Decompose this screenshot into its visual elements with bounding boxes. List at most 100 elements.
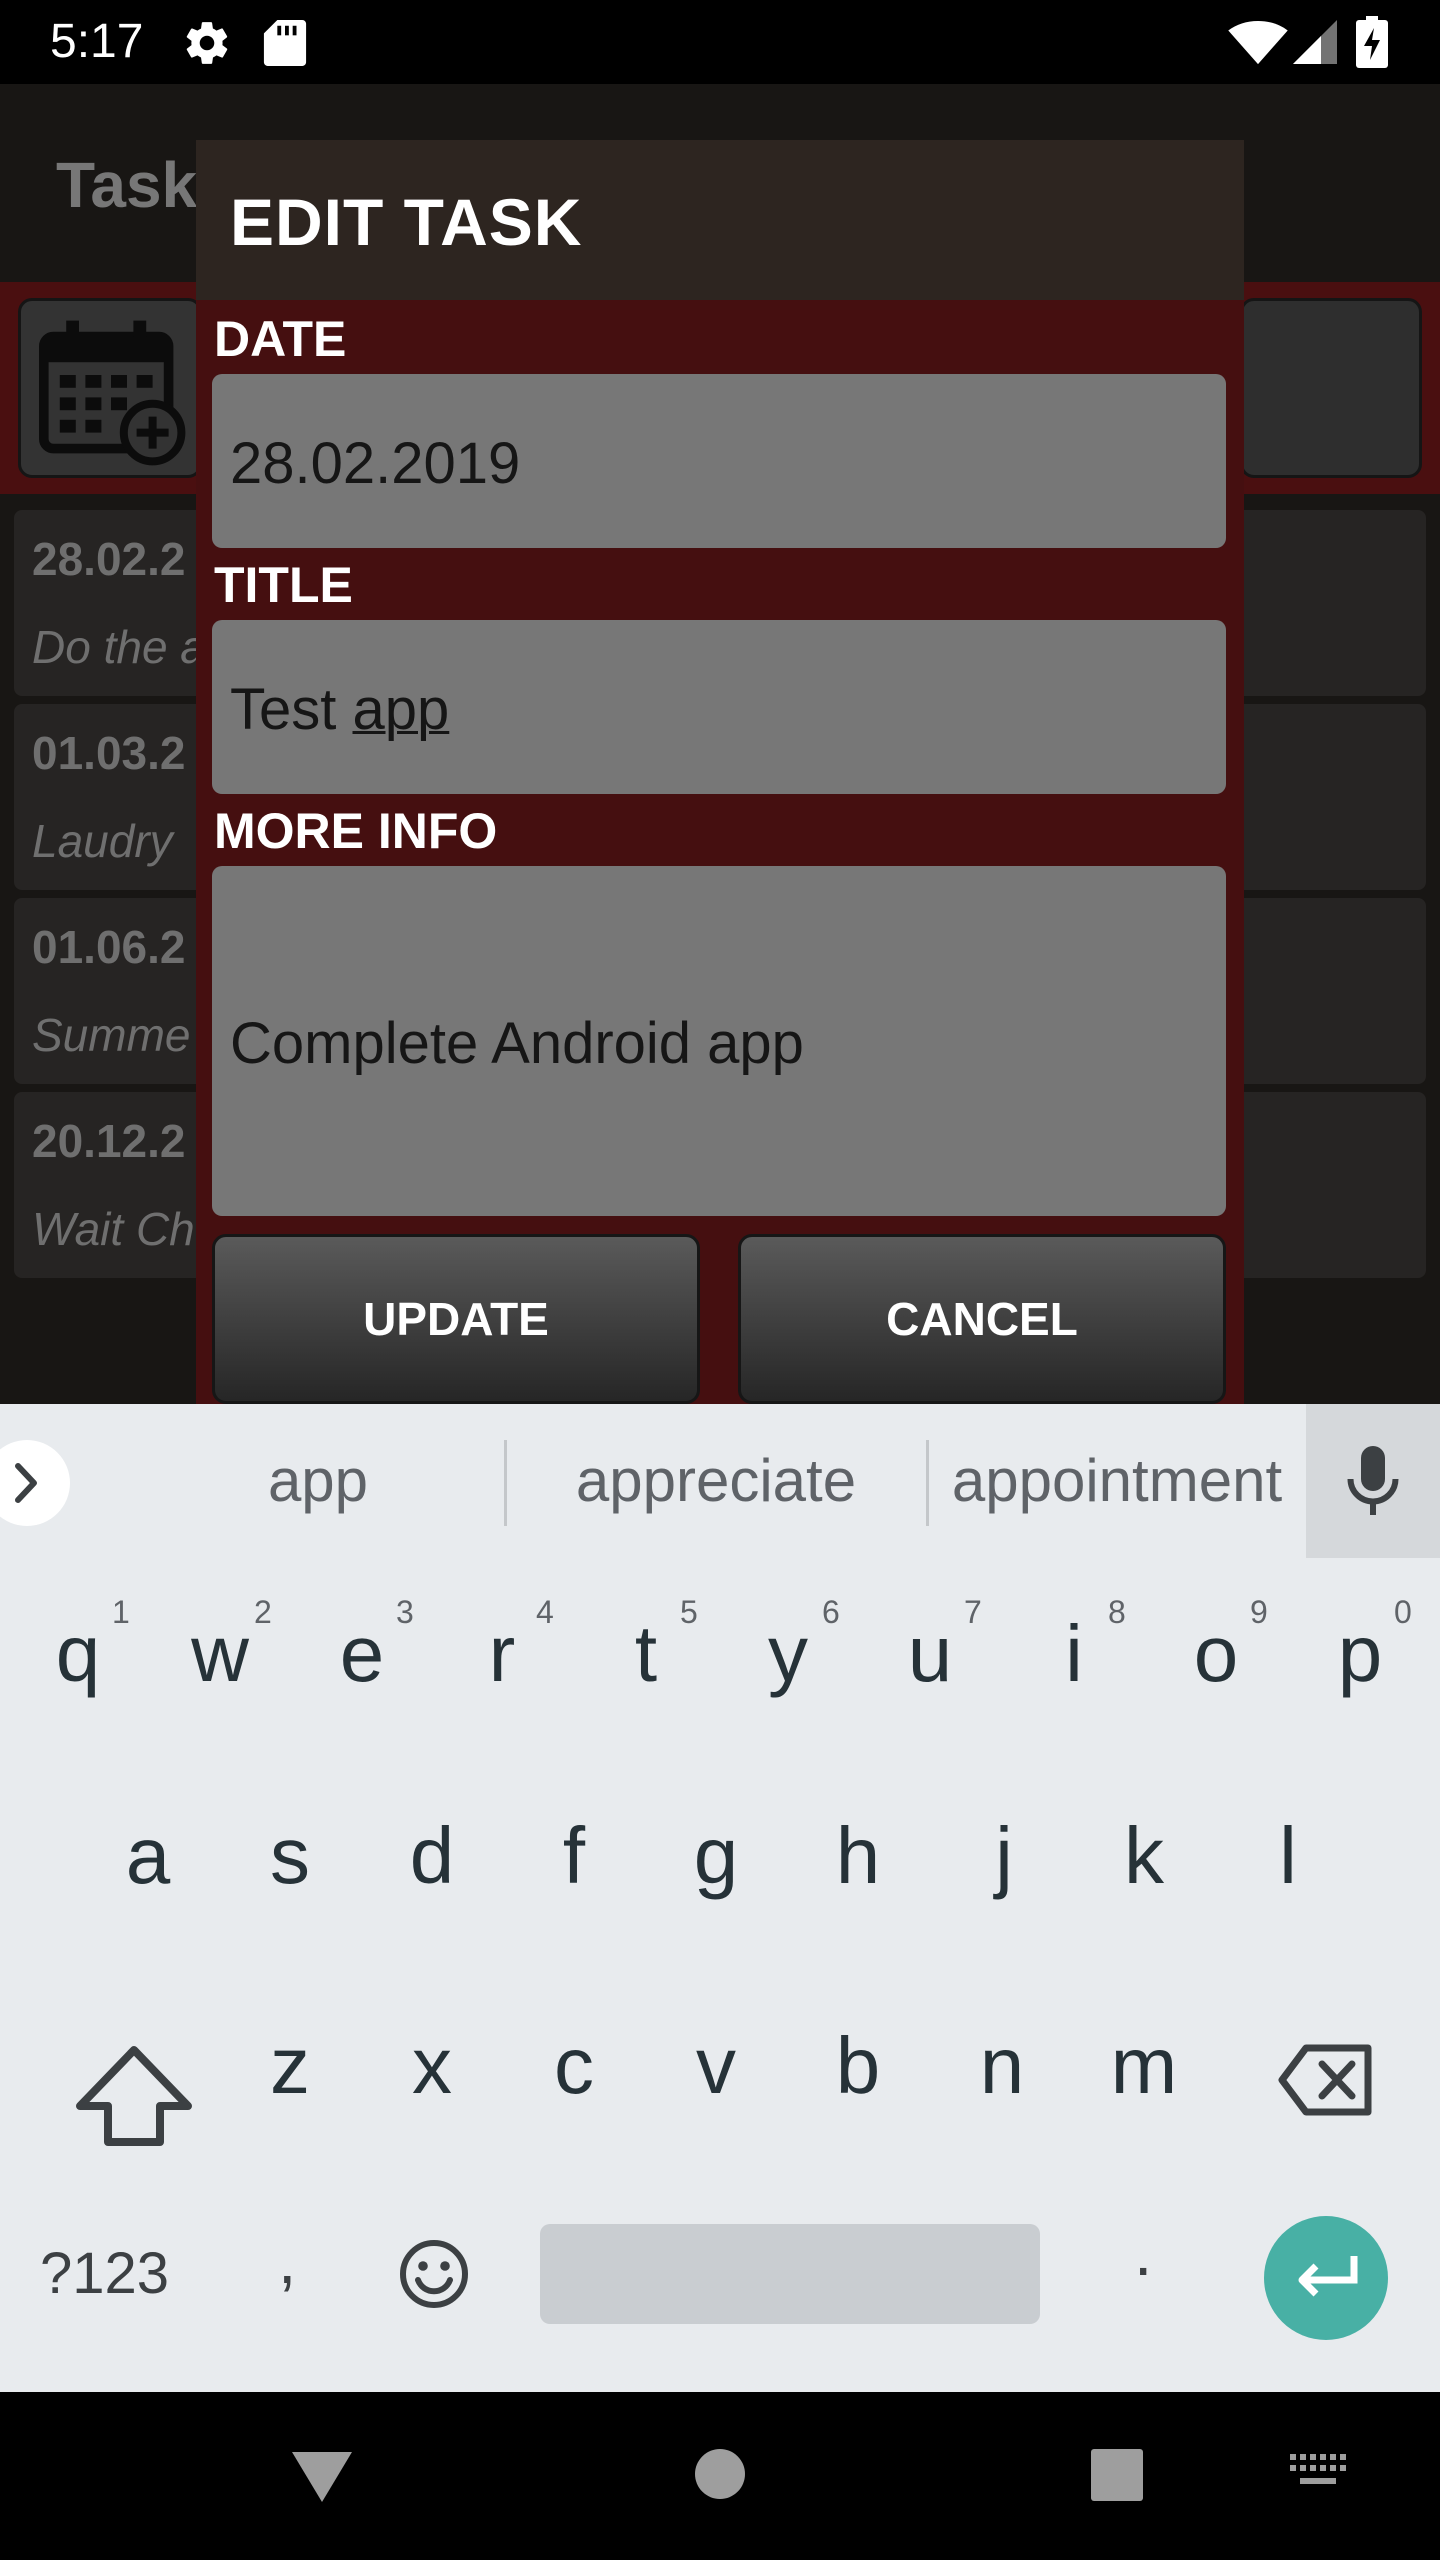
toolbar-button[interactable] [1240, 298, 1422, 478]
expand-toolbar-button[interactable] [0, 1440, 70, 1526]
keyboard-switch-icon[interactable] [1290, 2454, 1346, 2490]
key-u[interactable]: u7 [860, 1558, 1000, 1718]
composing-word: app [352, 677, 450, 742]
date-label: DATE [214, 311, 347, 367]
key-char: k [1124, 1811, 1164, 1900]
title-field[interactable]: Test app [212, 620, 1226, 794]
voice-input-button[interactable] [1306, 1404, 1440, 1558]
shift-icon[interactable] [68, 2034, 200, 2166]
title-label: TITLE [214, 557, 353, 613]
date-field-value: 28.02.2019 [230, 431, 521, 496]
suggestion-divider [926, 1440, 929, 1526]
key-p[interactable]: p0 [1290, 1558, 1430, 1718]
key-e[interactable]: e3 [292, 1558, 432, 1718]
gear-icon [186, 22, 228, 64]
title-field-value: Test app [230, 676, 449, 743]
suggestion-divider [504, 1440, 507, 1526]
status-time: 5:17 [50, 15, 144, 68]
date-field[interactable]: 28.02.2019 [212, 374, 1226, 548]
key-hint: 6 [822, 1594, 840, 1630]
update-button[interactable]: UPDATE [212, 1234, 700, 1404]
sd-card-icon [263, 20, 307, 66]
dialog-header: EDIT TASK [196, 140, 1244, 300]
enter-arrow-icon [1298, 2256, 1358, 2297]
task-title: Summe [32, 1009, 191, 1061]
key-hint: 3 [396, 1594, 414, 1630]
more-info-value: Complete Android app [230, 1011, 804, 1076]
add-date-button[interactable] [18, 298, 202, 478]
more-info-label: MORE INFO [214, 803, 498, 859]
symbols-key[interactable]: ?123 [40, 2240, 169, 2307]
calendar-add-icon [39, 320, 186, 466]
dialog-title: EDIT TASK [230, 185, 583, 259]
key-i[interactable]: i8 [1004, 1558, 1144, 1718]
suggestion-2[interactable]: appreciate [512, 1446, 920, 1515]
key-m[interactable]: m [1074, 1970, 1214, 2130]
key-q[interactable]: q1 [8, 1558, 148, 1718]
home-circle-icon[interactable] [694, 2448, 746, 2500]
key-b[interactable]: b [788, 1970, 928, 2130]
key-char: l [1279, 1811, 1297, 1900]
key-w[interactable]: w2 [150, 1558, 290, 1718]
key-j[interactable]: j [934, 1760, 1074, 1920]
cancel-button[interactable]: CANCEL [738, 1234, 1226, 1404]
key-char: g [693, 1811, 739, 1900]
key-a[interactable]: a [78, 1760, 218, 1920]
task-date: 01.03.2 [32, 727, 186, 779]
task-title: Laudry [32, 815, 173, 867]
suggestion-1[interactable]: app [140, 1446, 496, 1515]
key-hint: 7 [964, 1594, 982, 1630]
key-hint: 2 [254, 1594, 272, 1630]
enter-key[interactable] [1264, 2216, 1388, 2340]
key-char: v [696, 2021, 736, 2110]
key-d[interactable]: d [362, 1760, 502, 1920]
key-char: a [125, 1811, 171, 1900]
key-f[interactable]: f [504, 1760, 644, 1920]
recents-square-icon[interactable] [1090, 2448, 1144, 2502]
status-bar: 5:17 [0, 0, 1440, 84]
emoji-icon[interactable] [398, 2238, 470, 2310]
key-char: s [270, 1811, 310, 1900]
key-n[interactable]: n [932, 1970, 1072, 2130]
key-g[interactable]: g [646, 1760, 786, 1920]
chevron-right-icon [15, 1463, 37, 1503]
key-v[interactable]: v [646, 1970, 786, 2130]
key-hint: 5 [680, 1594, 698, 1630]
key-h[interactable]: h [788, 1760, 928, 1920]
key-hint: 8 [1108, 1594, 1126, 1630]
microphone-icon [1347, 1446, 1399, 1515]
key-char: z [270, 2021, 310, 2110]
key-t[interactable]: t5 [576, 1558, 716, 1718]
task-date: 28.02.2 [32, 533, 186, 585]
task-title: Do the a [32, 621, 206, 673]
key-char: m [1110, 2021, 1178, 2110]
key-c[interactable]: c [504, 1970, 644, 2130]
key-hint: 1 [112, 1594, 130, 1630]
key-z[interactable]: z [220, 1970, 360, 2130]
back-triangle-icon[interactable] [290, 2448, 354, 2504]
app-title: Task [56, 149, 198, 221]
edit-task-dialog: EDIT TASK DATE 28.02.2019 TITLE Test app… [196, 140, 1244, 1404]
key-y[interactable]: y6 [718, 1558, 858, 1718]
suggestion-bar: app appreciate appointment [0, 1404, 1440, 1558]
backspace-icon[interactable] [1276, 2040, 1376, 2120]
suggestion-3[interactable]: appointment [934, 1446, 1300, 1515]
key-x[interactable]: x [362, 1970, 502, 2130]
key-hint: 9 [1250, 1594, 1268, 1630]
key-l[interactable]: l [1218, 1760, 1358, 1920]
comma-key[interactable]: , [278, 2222, 296, 2298]
key-o[interactable]: o9 [1146, 1558, 1286, 1718]
key-r[interactable]: r4 [432, 1558, 572, 1718]
more-info-field[interactable]: Complete Android app [212, 866, 1226, 1216]
soft-keyboard: app appreciate appointment q1 w2 e3 r4 t… [0, 1404, 1440, 2392]
task-date: 01.06.2 [32, 921, 186, 973]
period-key[interactable]: . [1134, 2214, 1152, 2290]
key-char: j [995, 1811, 1013, 1900]
key-hint: 0 [1394, 1594, 1412, 1630]
key-s[interactable]: s [220, 1760, 360, 1920]
key-char: n [979, 2021, 1025, 2110]
key-k[interactable]: k [1074, 1760, 1214, 1920]
task-date: 20.12.2 [32, 1115, 186, 1167]
cell-signal-icon [1293, 20, 1337, 64]
space-key[interactable] [540, 2224, 1040, 2324]
